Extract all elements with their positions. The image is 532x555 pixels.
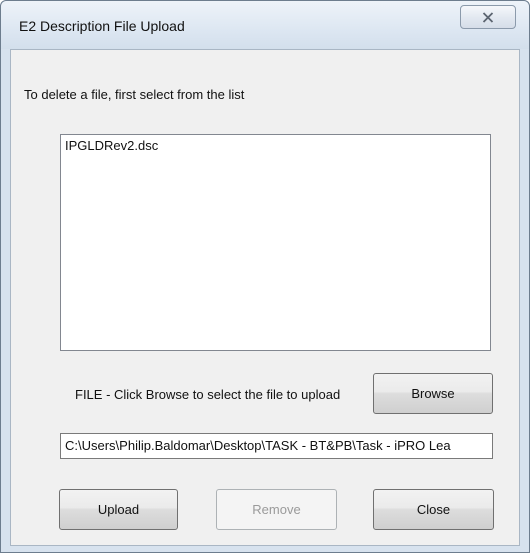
- delete-instruction-label: To delete a file, first select from the …: [24, 87, 245, 102]
- file-list-item[interactable]: IPGLDRev2.dsc: [64, 138, 490, 153]
- close-icon: [482, 11, 494, 23]
- window-close-button[interactable]: [460, 5, 516, 29]
- remove-button[interactable]: Remove: [216, 489, 337, 530]
- browse-button[interactable]: Browse: [373, 373, 493, 414]
- dialog-window: E2 Description File Upload To delete a f…: [0, 0, 530, 553]
- file-list[interactable]: IPGLDRev2.dsc: [60, 134, 491, 351]
- file-path-field[interactable]: C:\Users\Philip.Baldomar\Desktop\TASK - …: [60, 433, 493, 459]
- title-bar[interactable]: E2 Description File Upload: [1, 1, 529, 49]
- upload-button[interactable]: Upload: [59, 489, 178, 530]
- dialog-client-area: To delete a file, first select from the …: [10, 49, 520, 546]
- file-upload-label: FILE - Click Browse to select the file t…: [75, 387, 341, 402]
- close-button[interactable]: Close: [373, 489, 494, 530]
- window-title: E2 Description File Upload: [19, 18, 185, 34]
